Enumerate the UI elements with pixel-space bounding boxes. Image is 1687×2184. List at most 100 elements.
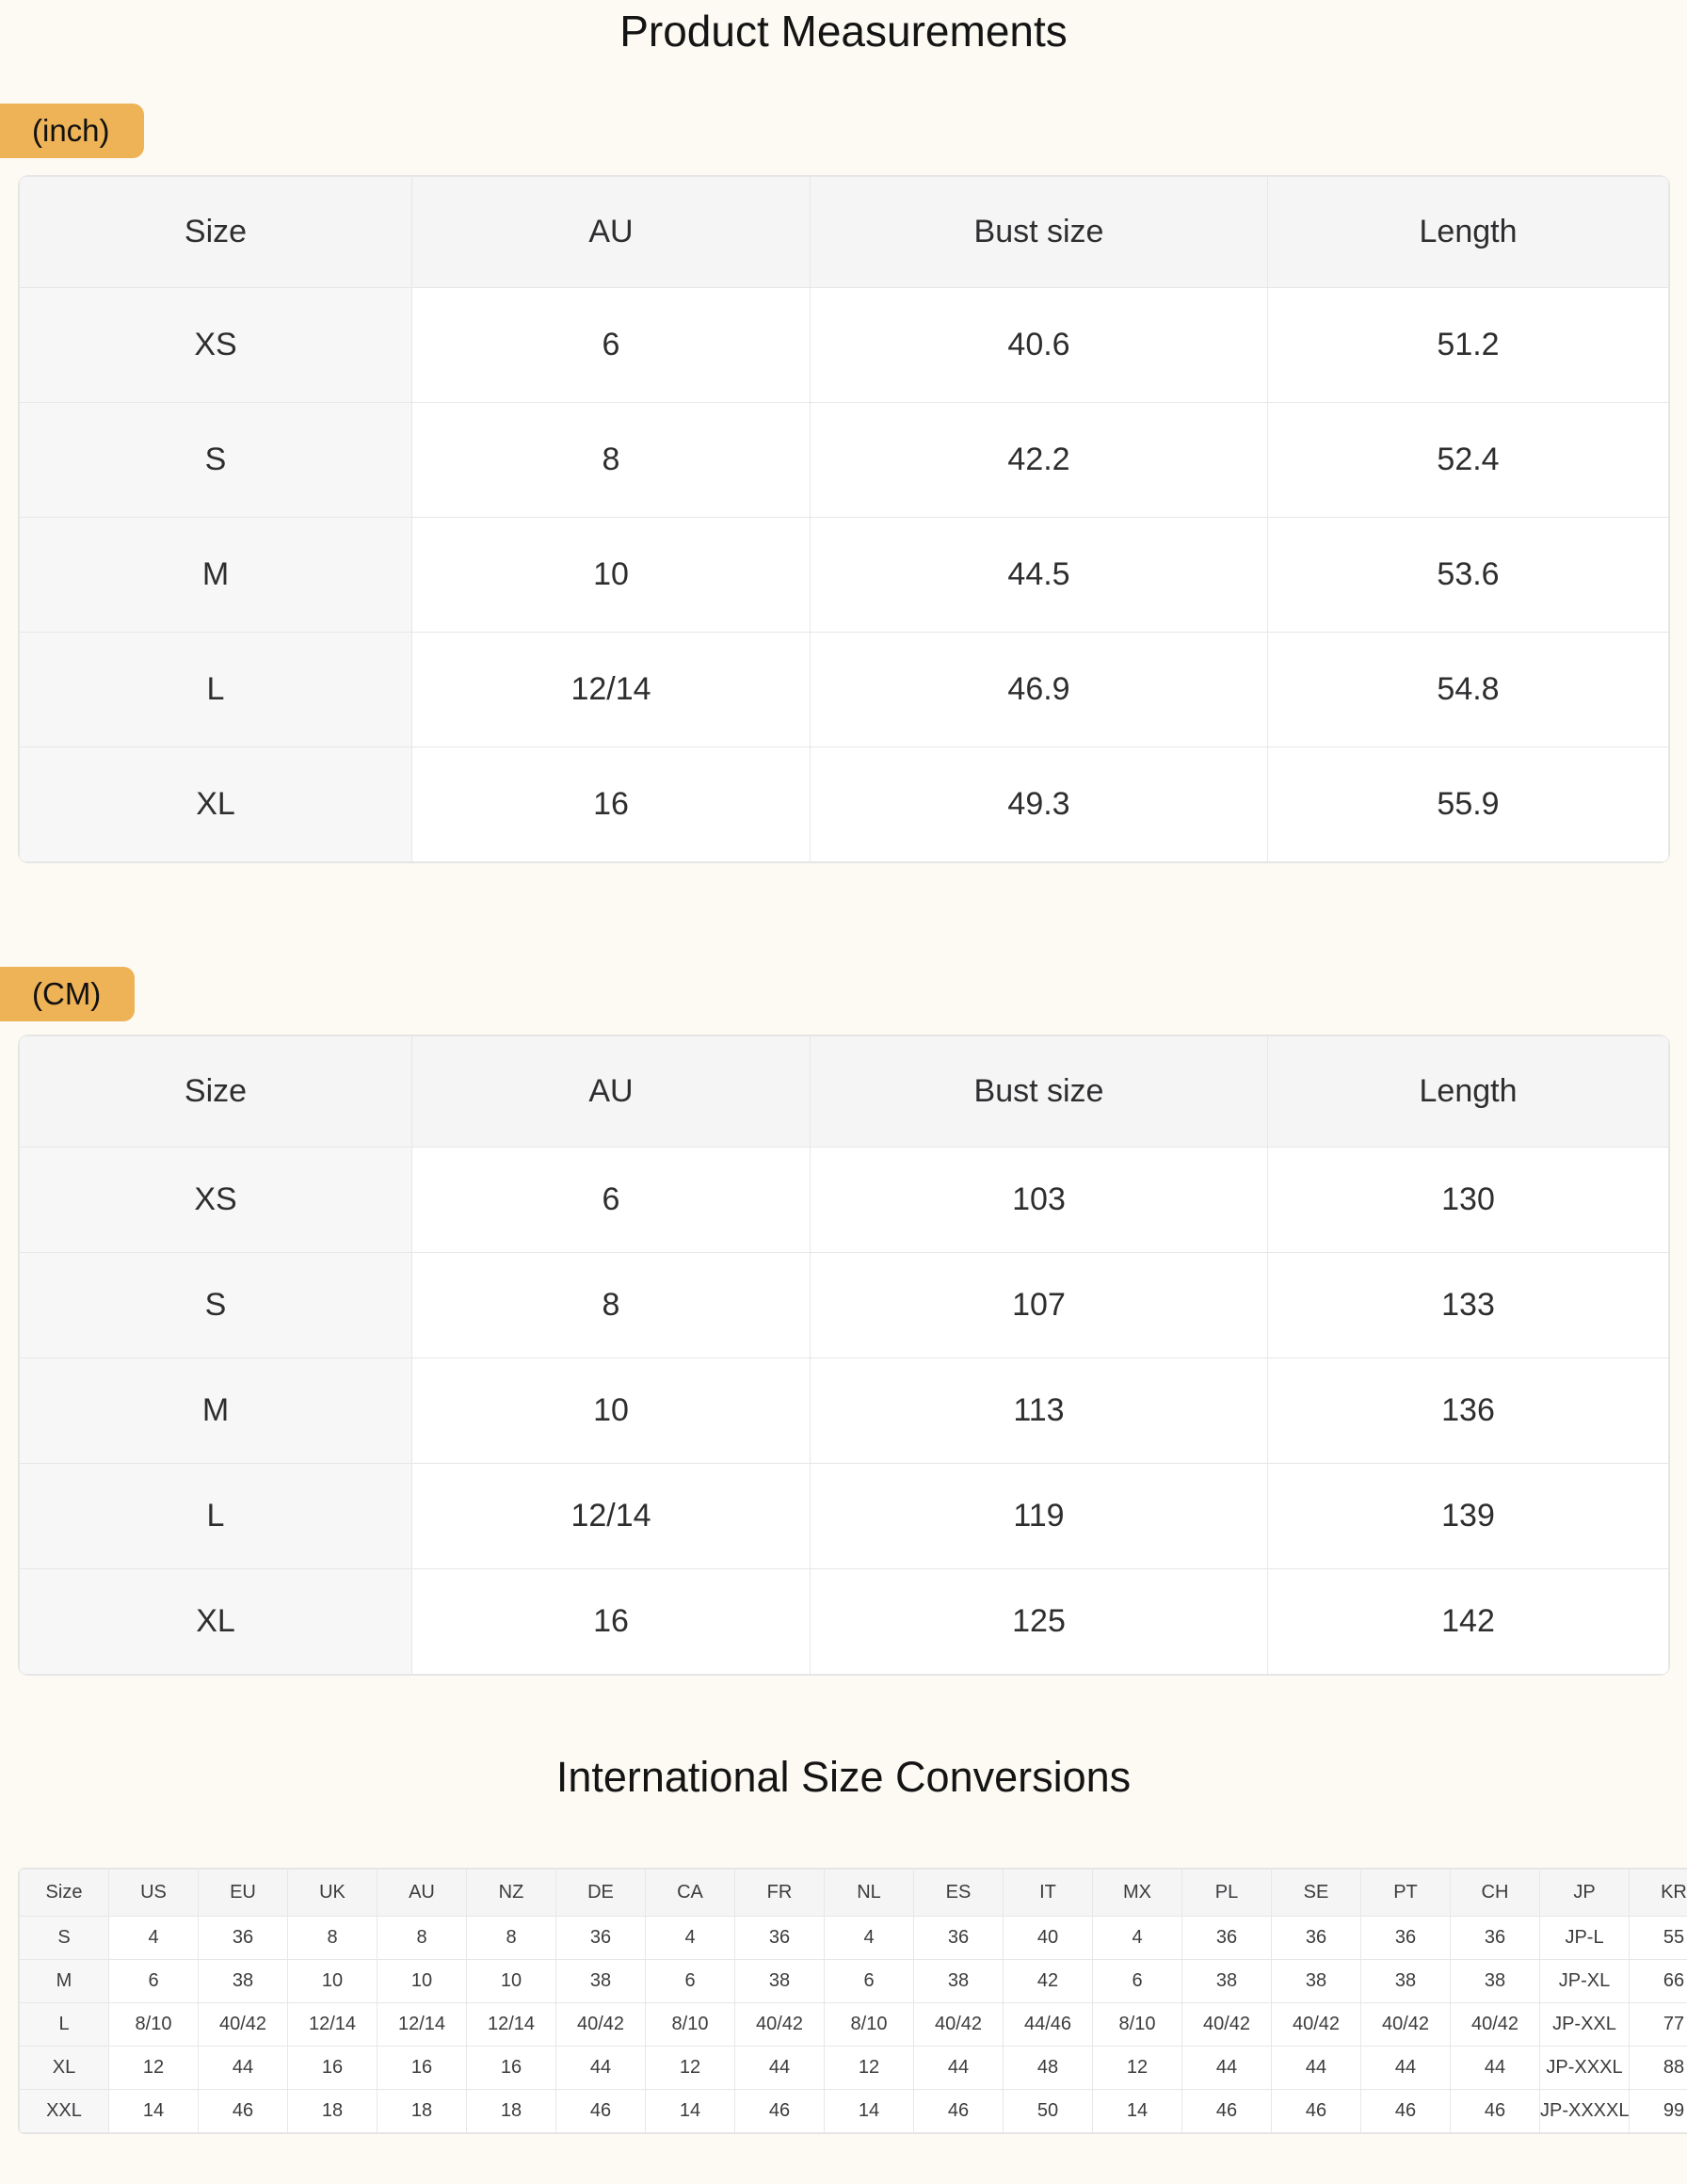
size-label-cell: XL (20, 747, 412, 862)
column-header: CA (646, 1870, 735, 1917)
column-header: Bust size (811, 177, 1268, 288)
column-header: MX (1093, 1870, 1182, 1917)
table-row: XL16125142 (20, 1569, 1669, 1675)
value-cell: 44/46 (1004, 2003, 1093, 2047)
value-cell: 113 (811, 1358, 1268, 1464)
value-cell: 136 (1268, 1358, 1669, 1464)
value-cell: 44 (914, 2047, 1004, 2090)
value-cell: 49.3 (811, 747, 1268, 862)
header-row: SizeAUBust sizeLength (20, 177, 1669, 288)
column-header: ES (914, 1870, 1004, 1917)
value-cell: 44 (1272, 2047, 1361, 2090)
value-cell: 103 (811, 1148, 1268, 1253)
value-cell: 88 (1630, 2047, 1687, 2090)
value-cell: 40/42 (1272, 2003, 1361, 2047)
column-header: Length (1268, 1036, 1669, 1148)
value-cell: 12 (1093, 2047, 1182, 2090)
column-header: CH (1451, 1870, 1540, 1917)
size-label-cell: S (20, 1253, 412, 1358)
column-header: KR (1630, 1870, 1687, 1917)
value-cell: 4 (825, 1917, 914, 1960)
size-guide-page: Product Measurements (inch) SizeAUBust s… (0, 0, 1687, 2184)
value-cell: 46 (199, 2090, 288, 2133)
value-cell: 40/42 (1451, 2003, 1540, 2047)
table-row: L12/14119139 (20, 1464, 1669, 1569)
value-cell: 12/14 (288, 2003, 378, 2047)
conversions-title: International Size Conversions (0, 1753, 1687, 1802)
value-cell: 16 (412, 1569, 811, 1675)
value-cell: 14 (825, 2090, 914, 2133)
value-cell: 12 (646, 2047, 735, 2090)
value-cell: 36 (914, 1917, 1004, 1960)
value-cell: 4 (109, 1917, 199, 1960)
value-cell: 44 (556, 2047, 646, 2090)
value-cell: 36 (1451, 1917, 1540, 1960)
value-cell: 12 (109, 2047, 199, 2090)
page-title: Product Measurements (0, 6, 1687, 56)
value-cell: 40 (1004, 1917, 1093, 1960)
value-cell: 8/10 (1093, 2003, 1182, 2047)
value-cell: 50 (1004, 2090, 1093, 2133)
table-row: XL12441616164412441244481244444444JP-XXX… (20, 2047, 1687, 2090)
size-label-cell: XS (20, 288, 412, 403)
value-cell: 36 (1272, 1917, 1361, 1960)
value-cell: 8 (412, 403, 811, 518)
value-cell: 38 (556, 1960, 646, 2003)
value-cell: 38 (735, 1960, 825, 2003)
table-row: XS640.651.2 (20, 288, 1669, 403)
value-cell: 14 (646, 2090, 735, 2133)
column-header: Size (20, 1036, 412, 1148)
value-cell: 12/14 (467, 2003, 556, 2047)
cm-measurements-table-container: SizeAUBust sizeLengthXS6103130S8107133M1… (19, 1036, 1669, 1675)
value-cell: 40/42 (556, 2003, 646, 2047)
value-cell: 44 (1182, 2047, 1272, 2090)
value-cell: 12/14 (412, 633, 811, 747)
column-header: Length (1268, 177, 1669, 288)
size-label-cell: S (20, 1917, 109, 1960)
value-cell: 44 (1451, 2047, 1540, 2090)
table-row: L12/1446.954.8 (20, 633, 1669, 747)
value-cell: 12/14 (378, 2003, 467, 2047)
value-cell: 36 (1361, 1917, 1451, 1960)
value-cell: 16 (412, 747, 811, 862)
column-header: Size (20, 177, 412, 288)
value-cell: 125 (811, 1569, 1268, 1675)
value-cell: 6 (646, 1960, 735, 2003)
column-header: NZ (467, 1870, 556, 1917)
table-row: XS6103130 (20, 1148, 1669, 1253)
value-cell: 40/42 (735, 2003, 825, 2047)
value-cell: 36 (556, 1917, 646, 1960)
value-cell: 142 (1268, 1569, 1669, 1675)
value-cell: 16 (378, 2047, 467, 2090)
table-row: M6381010103863863842638383838JP-XL66 (20, 1960, 1687, 2003)
size-label-cell: S (20, 403, 412, 518)
value-cell: 14 (109, 2090, 199, 2133)
size-label-cell: M (20, 518, 412, 633)
value-cell: 46 (1182, 2090, 1272, 2133)
value-cell: 8/10 (825, 2003, 914, 2047)
value-cell: 38 (914, 1960, 1004, 2003)
value-cell: 10 (412, 1358, 811, 1464)
value-cell: JP-L (1540, 1917, 1630, 1960)
value-cell: 10 (412, 518, 811, 633)
inch-measurements-table-container: SizeAUBust sizeLengthXS640.651.2S842.252… (19, 176, 1669, 862)
size-label-cell: XS (20, 1148, 412, 1253)
value-cell: 4 (646, 1917, 735, 1960)
size-label-cell: L (20, 633, 412, 747)
value-cell: 8/10 (109, 2003, 199, 2047)
table-row: L8/1040/4212/1412/1412/1440/428/1040/428… (20, 2003, 1687, 2047)
value-cell: 16 (288, 2047, 378, 2090)
header-row: SizeAUBust sizeLength (20, 1036, 1669, 1148)
table-row: M10113136 (20, 1358, 1669, 1464)
value-cell: 10 (467, 1960, 556, 2003)
value-cell: 6 (109, 1960, 199, 2003)
column-header: SE (1272, 1870, 1361, 1917)
cm-unit-badge: (CM) (0, 967, 135, 1021)
size-label-cell: L (20, 1464, 412, 1569)
column-header: PT (1361, 1870, 1451, 1917)
column-header: Bust size (811, 1036, 1268, 1148)
value-cell: 40/42 (1182, 2003, 1272, 2047)
column-header: JP (1540, 1870, 1630, 1917)
column-header: NL (825, 1870, 914, 1917)
value-cell: 46 (1361, 2090, 1451, 2133)
